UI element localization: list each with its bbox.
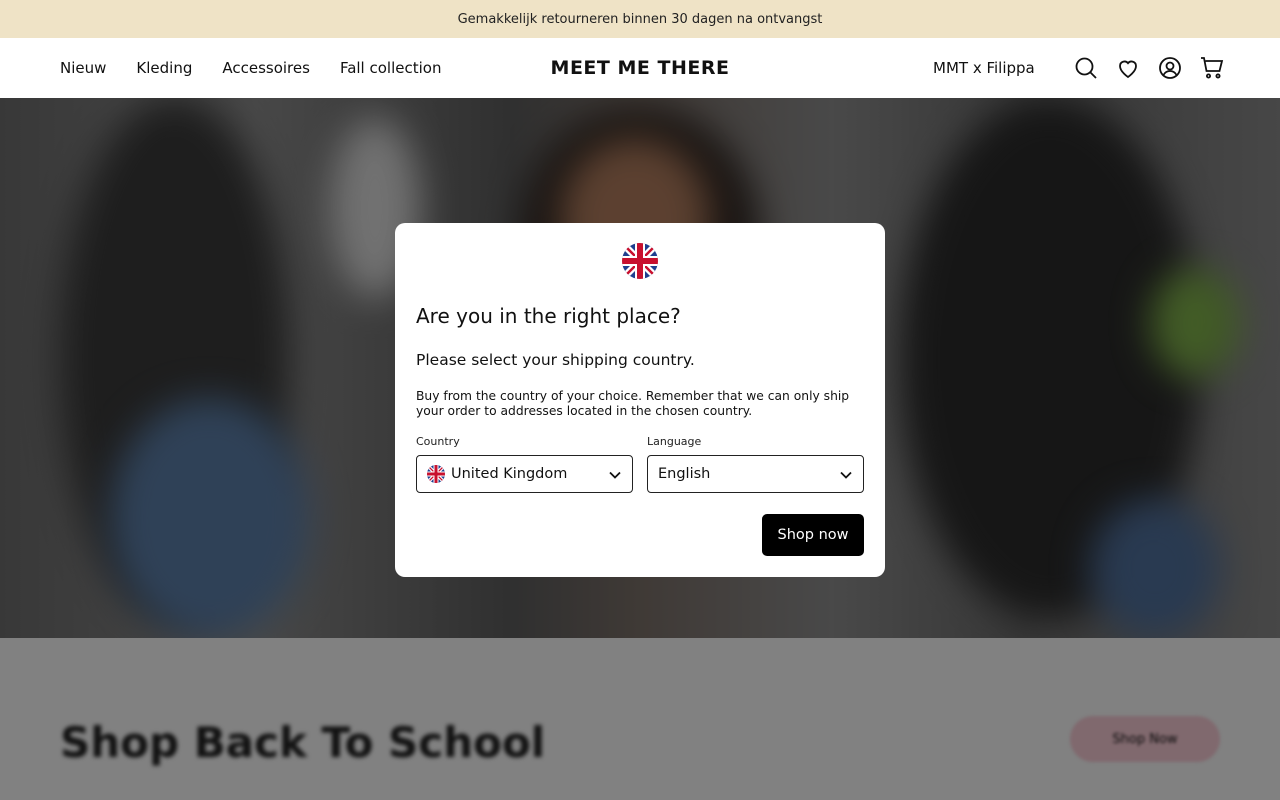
account-icon[interactable] — [1156, 54, 1184, 82]
nav-item-fall-collection[interactable]: Fall collection — [340, 59, 442, 77]
modal-description: Buy from the country of your choice. Rem… — [416, 389, 850, 418]
cart-icon[interactable] — [1198, 54, 1226, 82]
chevron-down-icon — [609, 471, 621, 479]
nav-item-accessoires[interactable]: Accessoires — [222, 59, 310, 77]
site-header: Nieuw Kleding Accessoires Fall collectio… — [0, 38, 1280, 98]
heart-icon[interactable] — [1114, 54, 1142, 82]
modal-title: Are you in the right place? — [416, 304, 681, 328]
language-select[interactable]: English — [647, 455, 864, 493]
language-value: English — [658, 466, 711, 482]
nav-item-nieuw[interactable]: Nieuw — [60, 59, 106, 77]
shop-now-button[interactable]: Shop now — [762, 514, 864, 556]
announcement-text: Gemakkelijk retourneren binnen 30 dagen … — [457, 11, 823, 27]
nav-item-kleding[interactable]: Kleding — [136, 59, 192, 77]
uk-flag-icon — [427, 465, 445, 483]
collab-link[interactable]: MMT x Filippa — [933, 38, 1035, 98]
modal-subtitle: Please select your shipping country. — [416, 351, 695, 369]
main-nav: Nieuw Kleding Accessoires Fall collectio… — [60, 38, 441, 98]
country-label: Country — [416, 435, 460, 448]
announcement-bar: Gemakkelijk retourneren binnen 30 dagen … — [0, 0, 1280, 38]
search-icon[interactable] — [1072, 54, 1100, 82]
language-label: Language — [647, 435, 702, 448]
uk-flag-icon — [622, 243, 658, 279]
country-selector-modal: Are you in the right place? Please selec… — [395, 223, 885, 577]
country-select[interactable]: United Kingdom — [416, 455, 633, 493]
site-logo[interactable]: MEET ME THERE — [551, 38, 730, 98]
country-value: United Kingdom — [451, 466, 568, 482]
chevron-down-icon — [840, 471, 852, 479]
header-icons — [1072, 38, 1226, 98]
